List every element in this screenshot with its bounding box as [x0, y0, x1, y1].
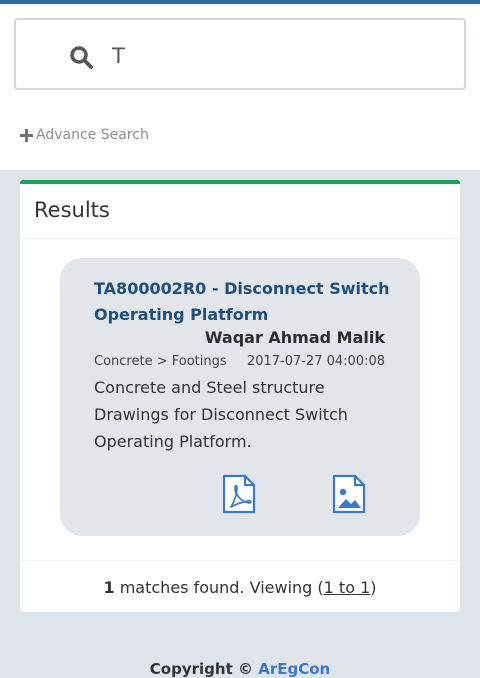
- pdf-icon[interactable]: [222, 474, 256, 514]
- image-icon[interactable]: [332, 474, 366, 514]
- advance-search-label: Advance Search: [36, 127, 149, 143]
- match-text: matches found. Viewing (: [114, 578, 324, 597]
- result-item: TA800002R0 - Disconnect Switch Operating…: [60, 258, 420, 536]
- search-icon[interactable]: [69, 45, 93, 69]
- brand-link[interactable]: ArEgCon: [258, 660, 330, 678]
- range-close: ): [370, 578, 377, 597]
- result-author: Waqar Ahmad Malik: [204, 328, 385, 347]
- results-card: Results TA800002R0 - Disconnect Switch O…: [20, 180, 460, 612]
- search-panel: Advance Search: [0, 4, 480, 170]
- range-link[interactable]: 1 to 1: [324, 578, 371, 597]
- copyright-label: Copyright ©: [149, 660, 253, 678]
- copyright: Copyright © ArEgCon: [0, 660, 480, 678]
- result-description: Concrete and Steel structure Drawings fo…: [94, 378, 348, 451]
- result-date: 2017-07-27 04:00:08: [246, 354, 385, 369]
- search-input[interactable]: [112, 38, 452, 74]
- results-title: Results: [34, 198, 110, 222]
- match-count: 1: [103, 578, 115, 597]
- results-header: Results: [20, 184, 460, 239]
- plus-icon: [20, 128, 33, 142]
- result-category: Concrete > Footings: [94, 354, 227, 369]
- result-title-link[interactable]: TA800002R0 - Disconnect Switch Operating…: [94, 276, 394, 328]
- advance-search-link[interactable]: Advance Search: [20, 127, 149, 143]
- search-box[interactable]: [14, 18, 466, 90]
- results-summary: 1 matches found. Viewing (1 to 1): [20, 560, 460, 616]
